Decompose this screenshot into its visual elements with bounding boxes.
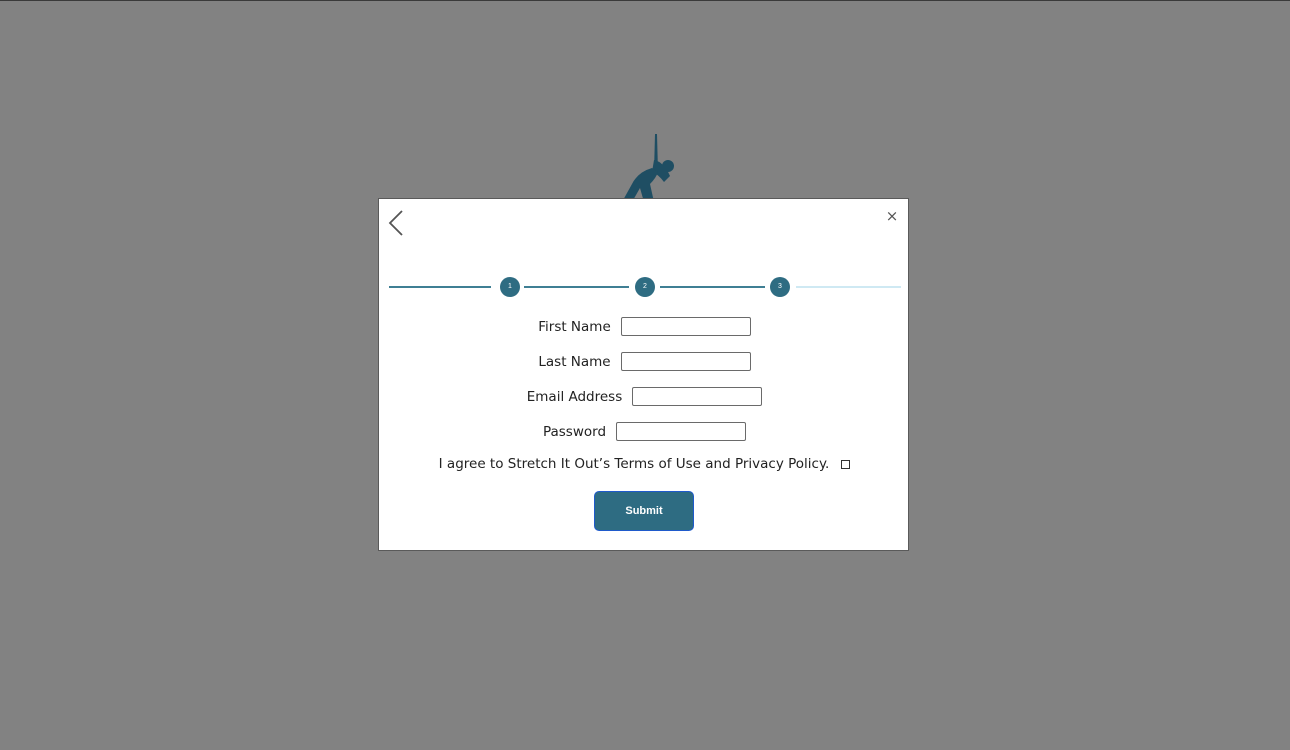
last-name-label: Last Name bbox=[538, 353, 611, 370]
password-input[interactable] bbox=[616, 422, 747, 441]
password-row: Password bbox=[379, 422, 910, 441]
stretching-person-icon bbox=[614, 132, 680, 202]
signup-modal: × 1 2 3 First Name Last Name Email Addre… bbox=[378, 198, 909, 551]
progress-stepper: 1 2 3 bbox=[389, 276, 901, 298]
chevron-left-icon[interactable] bbox=[387, 209, 407, 237]
step-line-3 bbox=[660, 286, 765, 288]
first-name-label: First Name bbox=[538, 318, 611, 335]
step-3-indicator[interactable]: 3 bbox=[770, 277, 790, 297]
password-label: Password bbox=[542, 423, 607, 440]
last-name-input[interactable] bbox=[620, 352, 751, 371]
first-name-row: First Name bbox=[379, 317, 910, 336]
terms-agreement-checkbox[interactable] bbox=[841, 459, 851, 469]
last-name-row: Last Name bbox=[379, 352, 910, 371]
step-line-4 bbox=[796, 286, 901, 288]
submit-button[interactable]: Submit bbox=[594, 491, 694, 531]
terms-agreement-text: I agree to Stretch It Out’s Terms of Use… bbox=[438, 456, 830, 472]
step-line-1 bbox=[389, 286, 491, 288]
email-label: Email Address bbox=[526, 388, 623, 405]
step-line-2 bbox=[524, 286, 629, 288]
step-2-indicator[interactable]: 2 bbox=[635, 277, 655, 297]
step-1-indicator[interactable]: 1 bbox=[500, 277, 520, 297]
email-input[interactable] bbox=[632, 387, 763, 406]
close-icon[interactable]: × bbox=[884, 208, 900, 224]
terms-agreement-row: I agree to Stretch It Out’s Terms of Use… bbox=[379, 456, 910, 472]
email-row: Email Address bbox=[379, 387, 910, 406]
top-border bbox=[0, 0, 1290, 1]
first-name-input[interactable] bbox=[620, 317, 751, 336]
